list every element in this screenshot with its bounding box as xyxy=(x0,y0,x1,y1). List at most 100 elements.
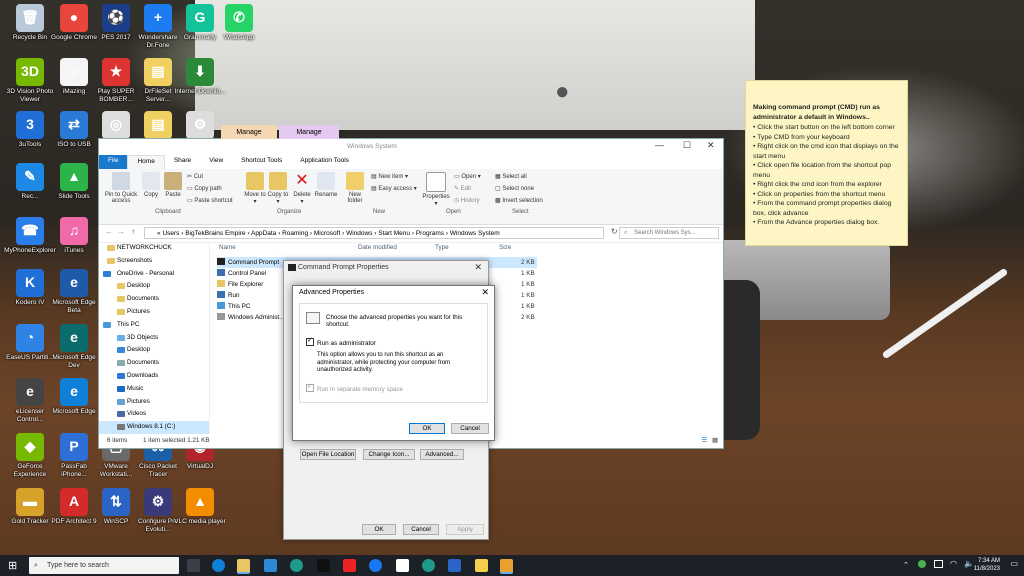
edge-beta-icon[interactable] xyxy=(422,559,435,572)
maximize-button[interactable]: ☐ xyxy=(683,140,691,151)
column-type[interactable]: Type xyxy=(435,242,449,254)
wikipedia-icon[interactable] xyxy=(396,559,409,572)
cancel-button[interactable]: Cancel xyxy=(451,423,489,434)
breadcrumb-overflow[interactable]: « xyxy=(157,230,161,237)
nav-item[interactable]: 3D Objects xyxy=(99,332,209,345)
nav-item[interactable]: Documents xyxy=(99,293,209,306)
paste-button[interactable]: Paste xyxy=(163,172,183,198)
paste-shortcut-button[interactable]: ▭ Paste shortcut xyxy=(187,197,233,204)
rename-button[interactable]: Rename xyxy=(314,172,338,198)
close-button[interactable]: ✕ xyxy=(707,140,715,151)
invert-selection-button[interactable]: ▩ Invert selection xyxy=(495,197,543,204)
cancel-button[interactable]: Cancel xyxy=(403,524,439,535)
taskbar-search[interactable]: ⌕ Type here to search xyxy=(29,557,179,574)
tiles-view-icon[interactable]: ▦ xyxy=(712,434,718,448)
address-path[interactable]: « Users › BigTekBrains Empire › AppData … xyxy=(144,227,604,239)
desktop-icon[interactable]: ✆ WhatsApp xyxy=(213,4,265,42)
advanced-properties-dialog[interactable]: Advanced Properties ✕ Choose the advance… xyxy=(292,285,495,441)
nav-item[interactable]: Windows 8.1 (C:) xyxy=(99,421,209,434)
nav-item[interactable]: Videos xyxy=(99,408,209,421)
select-all-button[interactable]: ▦ Select all xyxy=(495,173,527,180)
copy-to-button[interactable]: Copy to ▾ xyxy=(267,172,289,205)
cut-button[interactable]: ✂ Cut xyxy=(187,173,203,180)
details-view-icon[interactable]: ☰ xyxy=(701,434,707,448)
tray-app-icon[interactable] xyxy=(918,560,926,568)
desktop-icon[interactable]: ⬇ Internet Downlo... xyxy=(174,58,226,96)
nav-item[interactable]: Downloads xyxy=(99,370,209,383)
open-button[interactable]: ▭ Open ▾ xyxy=(454,173,481,180)
close-icon[interactable]: ✕ xyxy=(474,262,482,273)
edit-button[interactable]: ✎ Edit xyxy=(454,185,471,192)
facebook-icon[interactable] xyxy=(369,559,382,572)
tray-chevron-icon[interactable]: ⌃ xyxy=(903,561,909,569)
sticky-notes-icon[interactable] xyxy=(475,559,488,572)
breadcrumb-roaming[interactable]: Roaming xyxy=(282,230,308,237)
move-to-button[interactable]: Move to ▾ xyxy=(244,172,266,205)
copy-path-button[interactable]: ▭ Copy path xyxy=(187,185,222,192)
breadcrumb-user[interactable]: BigTekBrains Empire xyxy=(185,230,245,237)
breadcrumb-appdata[interactable]: AppData xyxy=(251,230,276,237)
close-icon[interactable]: ✕ xyxy=(481,287,489,298)
manage-application-tab[interactable]: Manage xyxy=(279,125,339,139)
mail-icon[interactable] xyxy=(448,559,461,572)
delete-button[interactable]: ✕ Delete ▾ xyxy=(291,172,313,205)
tab-share[interactable]: Share xyxy=(165,155,200,169)
cmd-properties-taskbar-icon[interactable] xyxy=(500,559,513,574)
store-icon[interactable] xyxy=(264,559,277,572)
separate-memory-checkbox[interactable]: Run in separate memory space xyxy=(306,382,403,393)
task-view-icon[interactable] xyxy=(187,559,200,572)
breadcrumb-windows[interactable]: Windows xyxy=(346,230,372,237)
tab-home[interactable]: Home xyxy=(127,155,165,169)
wifi-icon[interactable]: ◠ xyxy=(950,559,957,568)
easy-access-button[interactable]: ▤ Easy access ▾ xyxy=(371,185,417,192)
nav-item[interactable]: Pictures xyxy=(99,306,209,319)
pin-quick-access-button[interactable]: Pin to Quick access xyxy=(102,172,140,204)
tab-application-tools[interactable]: Application Tools xyxy=(291,155,358,169)
column-size[interactable]: Size xyxy=(499,242,511,254)
change-icon-button[interactable]: Change Icon... xyxy=(363,449,415,460)
back-arrow-icon[interactable]: ← xyxy=(105,227,113,236)
new-item-button[interactable]: ▤ New item ▾ xyxy=(371,173,408,180)
edge-dev-icon[interactable] xyxy=(290,559,303,572)
volume-icon[interactable]: 🔈 xyxy=(964,559,974,568)
clock[interactable]: 7:34 AM 11/8/2023 xyxy=(974,557,1000,573)
apply-button[interactable]: Apply xyxy=(446,524,484,535)
notification-icon[interactable]: ▭ xyxy=(1010,559,1018,568)
desktop-icon[interactable]: e Microsoft Edge Beta xyxy=(48,269,100,314)
history-button[interactable]: ◷ History xyxy=(454,197,480,204)
forward-arrow-icon[interactable]: → xyxy=(117,227,125,236)
minimize-button[interactable]: — xyxy=(655,140,664,150)
column-date-modified[interactable]: Date modified xyxy=(358,242,397,254)
edge-icon[interactable] xyxy=(212,559,225,572)
desktop-icon[interactable]: ⚙ xyxy=(174,111,226,141)
nav-item[interactable]: Desktop xyxy=(99,280,209,293)
ok-button[interactable]: OK xyxy=(409,423,445,434)
manage-shortcut-tab[interactable]: Manage xyxy=(221,125,277,139)
nav-item[interactable]: OneDrive - Personal xyxy=(99,268,209,281)
ok-button[interactable]: OK xyxy=(362,524,396,535)
breadcrumb-programs[interactable]: Programs xyxy=(416,230,444,237)
breadcrumb-users[interactable]: Users xyxy=(162,230,179,237)
nav-item[interactable]: Screenshots xyxy=(99,255,209,268)
breadcrumb-microsoft[interactable]: Microsoft xyxy=(314,230,340,237)
nav-item[interactable]: NETWORKCHUCK xyxy=(99,242,209,255)
youtube-icon[interactable] xyxy=(343,559,356,572)
nav-item[interactable]: Desktop xyxy=(99,344,209,357)
select-none-button[interactable]: ▢ Select none xyxy=(495,185,534,192)
copy-button[interactable]: Copy xyxy=(141,172,161,198)
nav-item[interactable]: This PC xyxy=(99,319,209,332)
open-file-location-button[interactable]: Open File Location xyxy=(300,449,356,460)
breadcrumb-start-menu[interactable]: Start Menu xyxy=(378,230,410,237)
tab-file[interactable]: File xyxy=(99,155,128,169)
battery-icon[interactable] xyxy=(934,560,943,568)
advanced-button[interactable]: Advanced... xyxy=(420,449,464,460)
nav-item[interactable]: Documents xyxy=(99,357,209,370)
desktop-icon[interactable]: ▲ VLC media player xyxy=(174,488,226,526)
search-input[interactable]: ⌕ Search Windows Sys... xyxy=(619,227,719,239)
run-as-admin-checkbox[interactable]: Run as administrator xyxy=(306,336,376,347)
file-explorer-icon[interactable] xyxy=(237,559,250,574)
up-arrow-icon[interactable]: ↑ xyxy=(131,227,135,236)
properties-button[interactable]: Properties ▾ xyxy=(421,172,451,207)
nav-item[interactable]: Music xyxy=(99,383,209,396)
windows-start-icon[interactable]: ⊞ xyxy=(8,559,17,572)
